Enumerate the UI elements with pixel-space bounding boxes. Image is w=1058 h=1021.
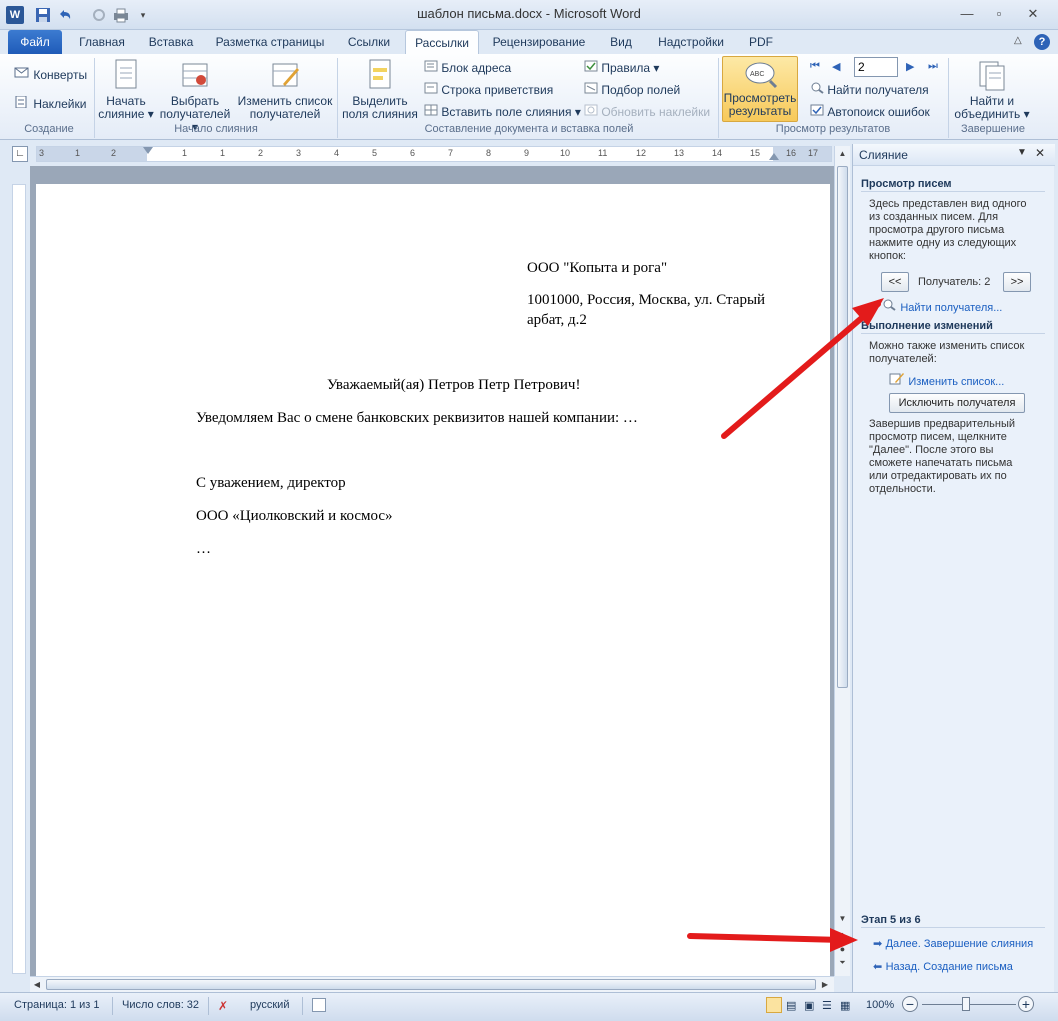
arrow-to-next-recipient (721, 301, 881, 439)
annotation-arrows (687, 298, 884, 952)
arrow-to-next-step (687, 933, 845, 943)
arrowhead-2 (830, 928, 858, 952)
